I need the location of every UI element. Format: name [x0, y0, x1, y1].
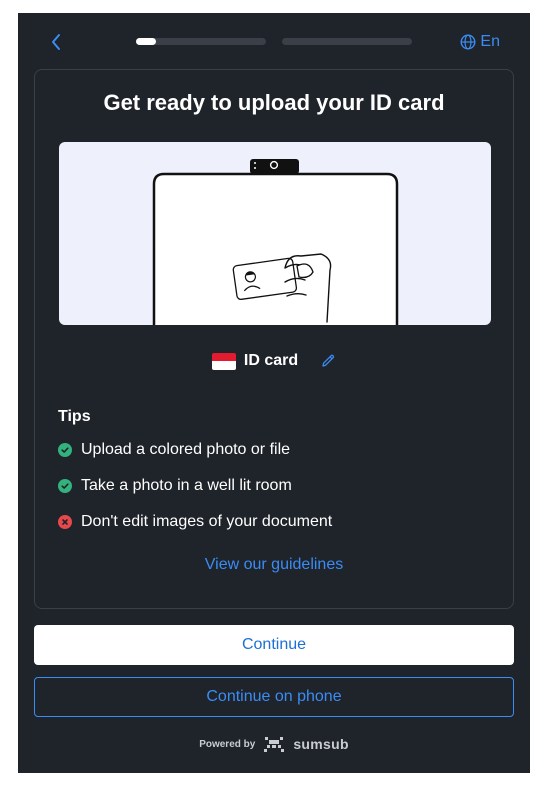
tip-text: Take a photo in a well lit room [81, 477, 292, 494]
page-title: Get ready to upload your ID card [103, 90, 445, 115]
tip-text: Don't edit images of your document [81, 513, 333, 530]
tip-text: Upload a colored photo or file [81, 441, 291, 458]
tips-heading: Tips [58, 408, 91, 425]
progress-step-2 [282, 38, 412, 45]
language-selector[interactable]: En [460, 31, 500, 53]
view-guidelines-link[interactable]: View our guidelines [35, 556, 513, 574]
flag-icon [211, 352, 236, 370]
flag-stripe-bottom [211, 361, 236, 370]
chevron-left-icon [52, 34, 60, 50]
verification-panel: En Get ready to upload your ID card ID c… [18, 13, 530, 773]
sumsub-logo-icon [264, 737, 285, 752]
tip-item: Don't edit images of your document [58, 513, 332, 531]
continue-button[interactable]: Continue [34, 625, 514, 665]
progress-step-1-fill [136, 38, 156, 45]
brand-name: sumsub [293, 736, 349, 752]
language-label: En [480, 33, 500, 50]
edit-document-button[interactable] [320, 353, 336, 369]
tip-item: Take a photo in a well lit room [58, 477, 292, 495]
powered-by: Powered by sumsub [18, 735, 530, 753]
back-button[interactable] [46, 31, 66, 53]
flag-stripe-top [211, 352, 236, 361]
progress-step-1 [136, 38, 266, 45]
x-circle-icon [58, 515, 72, 529]
document-card: Get ready to upload your ID card ID card… [34, 69, 514, 609]
selected-document: ID card [35, 352, 513, 370]
pencil-icon [322, 354, 335, 367]
continue-on-phone-button[interactable]: Continue on phone [34, 677, 514, 717]
check-circle-icon [58, 443, 72, 457]
document-type-label: ID card [243, 352, 299, 369]
globe-icon [460, 34, 476, 50]
check-circle-icon [58, 479, 72, 493]
phone-holding-id-card-illustration [59, 142, 491, 325]
tip-item: Upload a colored photo or file [58, 441, 290, 459]
powered-by-label: Powered by [199, 738, 256, 750]
